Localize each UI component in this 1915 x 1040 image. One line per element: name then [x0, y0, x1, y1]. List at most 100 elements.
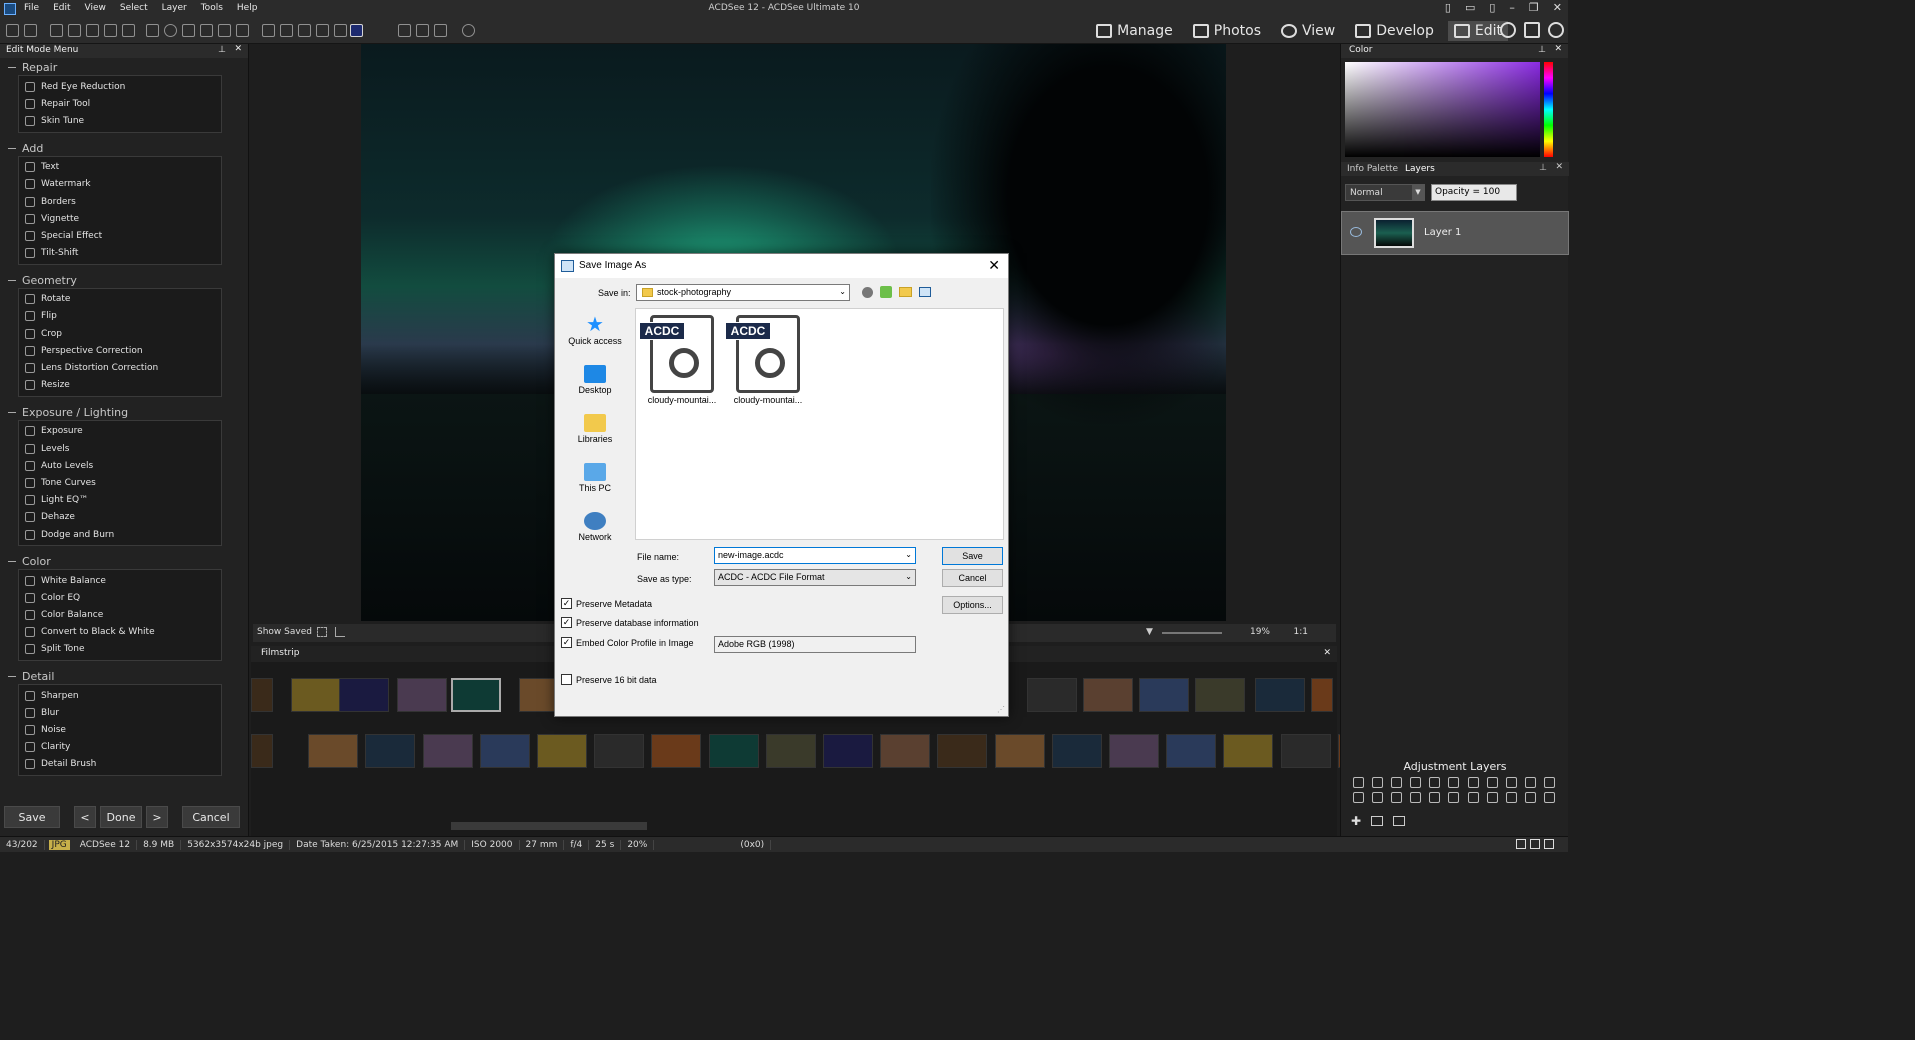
next-button[interactable]: >	[146, 806, 168, 828]
preserve-metadata-checkbox[interactable]: ✓ Preserve Metadata	[561, 598, 652, 609]
menu-item[interactable]: Borders	[19, 193, 221, 210]
menu-item[interactable]: Light EQ™	[19, 492, 221, 509]
record-icon[interactable]	[416, 24, 429, 37]
place-network[interactable]: Network	[561, 512, 629, 542]
filmstrip-thumbnail[interactable]	[1139, 678, 1189, 712]
color-picker[interactable]	[1345, 62, 1540, 157]
365-icon[interactable]	[1500, 22, 1516, 38]
close-icon[interactable]: ✕	[1555, 162, 1563, 172]
filmstrip-thumbnail[interactable]	[1083, 678, 1133, 712]
dashboard-icon[interactable]	[1524, 22, 1540, 38]
file-name-input[interactable]: new-image.acdc ⌄	[714, 547, 916, 564]
menu-item[interactable]: Auto Levels	[19, 457, 221, 474]
mode-develop[interactable]: Develop	[1349, 21, 1440, 41]
filmstrip-thumbnail[interactable]	[1051, 734, 1102, 768]
group-header[interactable]: Exposure / Lighting	[0, 403, 248, 420]
blend-mode-select[interactable]: Normal ▼	[1345, 184, 1425, 201]
filmstrip-thumbnail[interactable]	[651, 734, 702, 768]
tab-info-palette[interactable]: Info Palette	[1347, 164, 1398, 174]
menu-item[interactable]: Flip	[19, 308, 221, 325]
filmstrip-thumbnail[interactable]	[1109, 734, 1159, 768]
menu-item[interactable]: White Balance	[19, 572, 221, 589]
histogram-icon[interactable]	[335, 627, 345, 637]
mode-edit[interactable]: Edit	[1447, 21, 1508, 41]
menu-item[interactable]: Sharpen	[19, 687, 221, 704]
menu-item[interactable]: Noise	[19, 721, 221, 738]
zoom-level[interactable]: 19%	[1250, 627, 1270, 637]
filmstrip-thumbnail[interactable]	[1166, 734, 1217, 768]
filmstrip-thumbnail[interactable]	[708, 734, 759, 768]
menu-item[interactable]: Rotate	[19, 291, 221, 308]
zoom-slider[interactable]	[1162, 632, 1222, 634]
tab-layers[interactable]: Layers	[1405, 164, 1435, 174]
menu-item[interactable]: Crop	[19, 325, 221, 342]
add-layer-icon[interactable]: ✚	[1351, 814, 1361, 828]
layout-icon[interactable]: ▯	[1445, 1, 1451, 14]
adjustment-layer-icon[interactable]	[1429, 777, 1441, 788]
menu-item[interactable]: Repair Tool	[19, 95, 221, 112]
place-desktop[interactable]: Desktop	[561, 365, 629, 395]
filmstrip-thumbnail[interactable]	[1311, 678, 1333, 712]
brush-icon[interactable]	[262, 24, 275, 37]
adjustment-layer-icon[interactable]	[1391, 792, 1403, 803]
filmstrip-thumbnail[interactable]	[880, 734, 931, 768]
save-button[interactable]: Save	[942, 547, 1003, 565]
group-header[interactable]: Geometry	[0, 271, 248, 288]
mode-manage[interactable]: Manage	[1090, 21, 1179, 41]
pin-icon[interactable]: ⊥	[218, 45, 226, 55]
group-header[interactable]: Detail	[0, 667, 248, 684]
menu-item[interactable]: Text	[19, 159, 221, 176]
place-quick-access[interactable]: ★ Quick access	[561, 315, 629, 346]
view-mode-icon[interactable]	[1516, 839, 1526, 849]
filmstrip-thumbnail[interactable]	[365, 734, 416, 768]
adjustment-layer-icon[interactable]	[1448, 792, 1460, 803]
layout-icon-2[interactable]: ▭	[1465, 1, 1475, 14]
adjustment-layer-icon[interactable]	[1410, 777, 1422, 788]
up-folder-icon[interactable]	[880, 286, 892, 298]
adjustment-layer-icon[interactable]	[1543, 777, 1555, 788]
close-icon[interactable]: ✕	[1554, 44, 1562, 54]
adjustment-layer-icon[interactable]	[1524, 792, 1536, 803]
save-type-select[interactable]: ACDC - ACDC File Format ⌄	[714, 569, 916, 586]
file-item[interactable]: ACDC cloudy-mountai...	[725, 315, 808, 405]
group-header[interactable]: Color	[0, 552, 248, 569]
filmstrip-thumbnail[interactable]	[291, 678, 341, 712]
adjustment-layer-icon[interactable]	[1429, 792, 1441, 803]
filter-icon[interactable]: ▼	[1146, 627, 1156, 637]
menu-item[interactable]: Clarity	[19, 739, 221, 756]
filmstrip-thumbnail[interactable]	[251, 734, 273, 768]
menu-item[interactable]: Red Eye Reduction	[19, 78, 221, 95]
menu-item[interactable]: Skin Tune	[19, 112, 221, 129]
filmstrip-thumbnail[interactable]	[251, 678, 273, 712]
filmstrip-thumbnail[interactable]	[1223, 734, 1274, 768]
filmstrip-thumbnail[interactable]	[823, 734, 873, 768]
embed-profile-checkbox[interactable]: ✓ Embed Color Profile in Image	[561, 637, 694, 648]
adjustment-layer-icon[interactable]	[1353, 792, 1364, 803]
adjustment-layer-icon[interactable]	[1486, 777, 1498, 788]
filmstrip-thumbnail[interactable]	[1280, 734, 1331, 768]
menu-item[interactable]: Tilt-Shift	[19, 245, 221, 262]
filmstrip-thumbnail[interactable]	[594, 734, 645, 768]
menu-item[interactable]: Perspective Correction	[19, 342, 221, 359]
adjustment-layer-icon[interactable]	[1524, 777, 1536, 788]
restore-icon[interactable]: ❐	[1529, 1, 1539, 14]
resize-grip-icon[interactable]: ⋰	[997, 705, 1005, 714]
menu-item[interactable]: Dodge and Burn	[19, 526, 221, 543]
color-swatch-icon[interactable]	[350, 24, 363, 37]
gradient-icon[interactable]	[298, 24, 311, 37]
eraser-icon[interactable]	[316, 24, 329, 37]
polygon-icon[interactable]	[218, 24, 231, 37]
transform-icon[interactable]	[86, 24, 99, 37]
close-icon[interactable]: ✕	[1553, 1, 1562, 14]
checkbox-checked[interactable]: ✓	[561, 637, 572, 648]
curve-icon[interactable]	[236, 24, 249, 37]
menu-item[interactable]: Dehaze	[19, 509, 221, 526]
adjustment-layer-icon[interactable]	[1448, 777, 1460, 788]
filmstrip-thumbnail[interactable]	[1195, 678, 1245, 712]
layout-icon-3[interactable]: ▯	[1489, 1, 1495, 14]
filmstrip-thumbnail[interactable]	[1027, 678, 1077, 712]
adjustment-layer-icon[interactable]	[1467, 777, 1479, 788]
mask-layer-icon[interactable]	[1371, 816, 1384, 826]
menu-item[interactable]: Exposure	[19, 423, 221, 440]
place-this-pc[interactable]: This PC	[561, 463, 629, 493]
